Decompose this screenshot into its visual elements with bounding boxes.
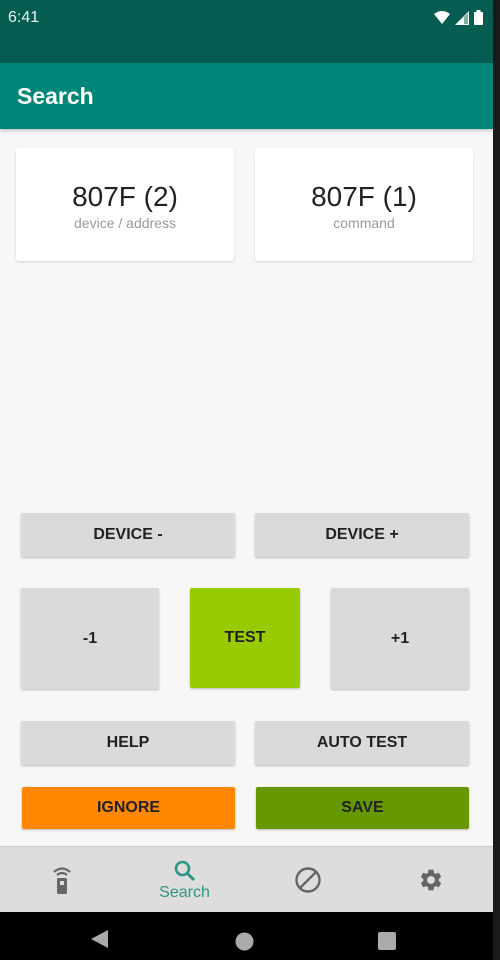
save-button[interactable]: SAVE (256, 787, 469, 829)
bottom-navigation: Search (0, 846, 493, 913)
app-bar: Search (0, 63, 493, 129)
command-card: 807F (1) command (255, 148, 473, 261)
back-icon[interactable] (91, 930, 109, 948)
ignore-button[interactable]: IGNORE (22, 787, 235, 829)
device-address-value: 807F (2) (72, 181, 178, 212)
signal-icon (455, 10, 469, 25)
auto-test-button[interactable]: AUTO TEST (255, 721, 469, 765)
screen-edge (493, 0, 500, 960)
screen: 6:41 Search 807F (2) device / address 80… (0, 0, 493, 960)
minus-one-button[interactable]: -1 (21, 588, 159, 689)
command-label: command (333, 215, 395, 231)
device-address-label: device / address (74, 215, 176, 231)
home-icon[interactable] (235, 932, 254, 951)
nav-item-search[interactable]: Search (123, 847, 246, 913)
nav-item-remote[interactable] (0, 847, 123, 913)
system-navigation-bar (0, 912, 493, 960)
gear-icon (420, 869, 441, 891)
status-bar: 6:41 (0, 0, 493, 63)
search-icon (174, 860, 195, 881)
device-plus-button[interactable]: DEVICE + (255, 513, 469, 557)
device-address-card: 807F (2) device / address (16, 148, 234, 261)
test-button[interactable]: TEST (190, 588, 300, 688)
wifi-icon (434, 11, 450, 24)
help-button[interactable]: HELP (21, 721, 235, 765)
status-time: 6:41 (8, 9, 40, 26)
battery-icon (474, 10, 483, 25)
nav-item-ignored[interactable] (246, 847, 369, 913)
nav-item-search-label: Search (159, 883, 210, 901)
plus-one-button[interactable]: +1 (331, 588, 469, 689)
command-value: 807F (1) (311, 181, 417, 212)
page-title: Search (17, 83, 94, 109)
device-minus-button[interactable]: DEVICE - (21, 513, 235, 557)
recents-icon[interactable] (378, 932, 396, 950)
block-icon (294, 867, 321, 893)
nav-item-settings[interactable] (369, 847, 492, 913)
remote-icon (52, 867, 71, 894)
